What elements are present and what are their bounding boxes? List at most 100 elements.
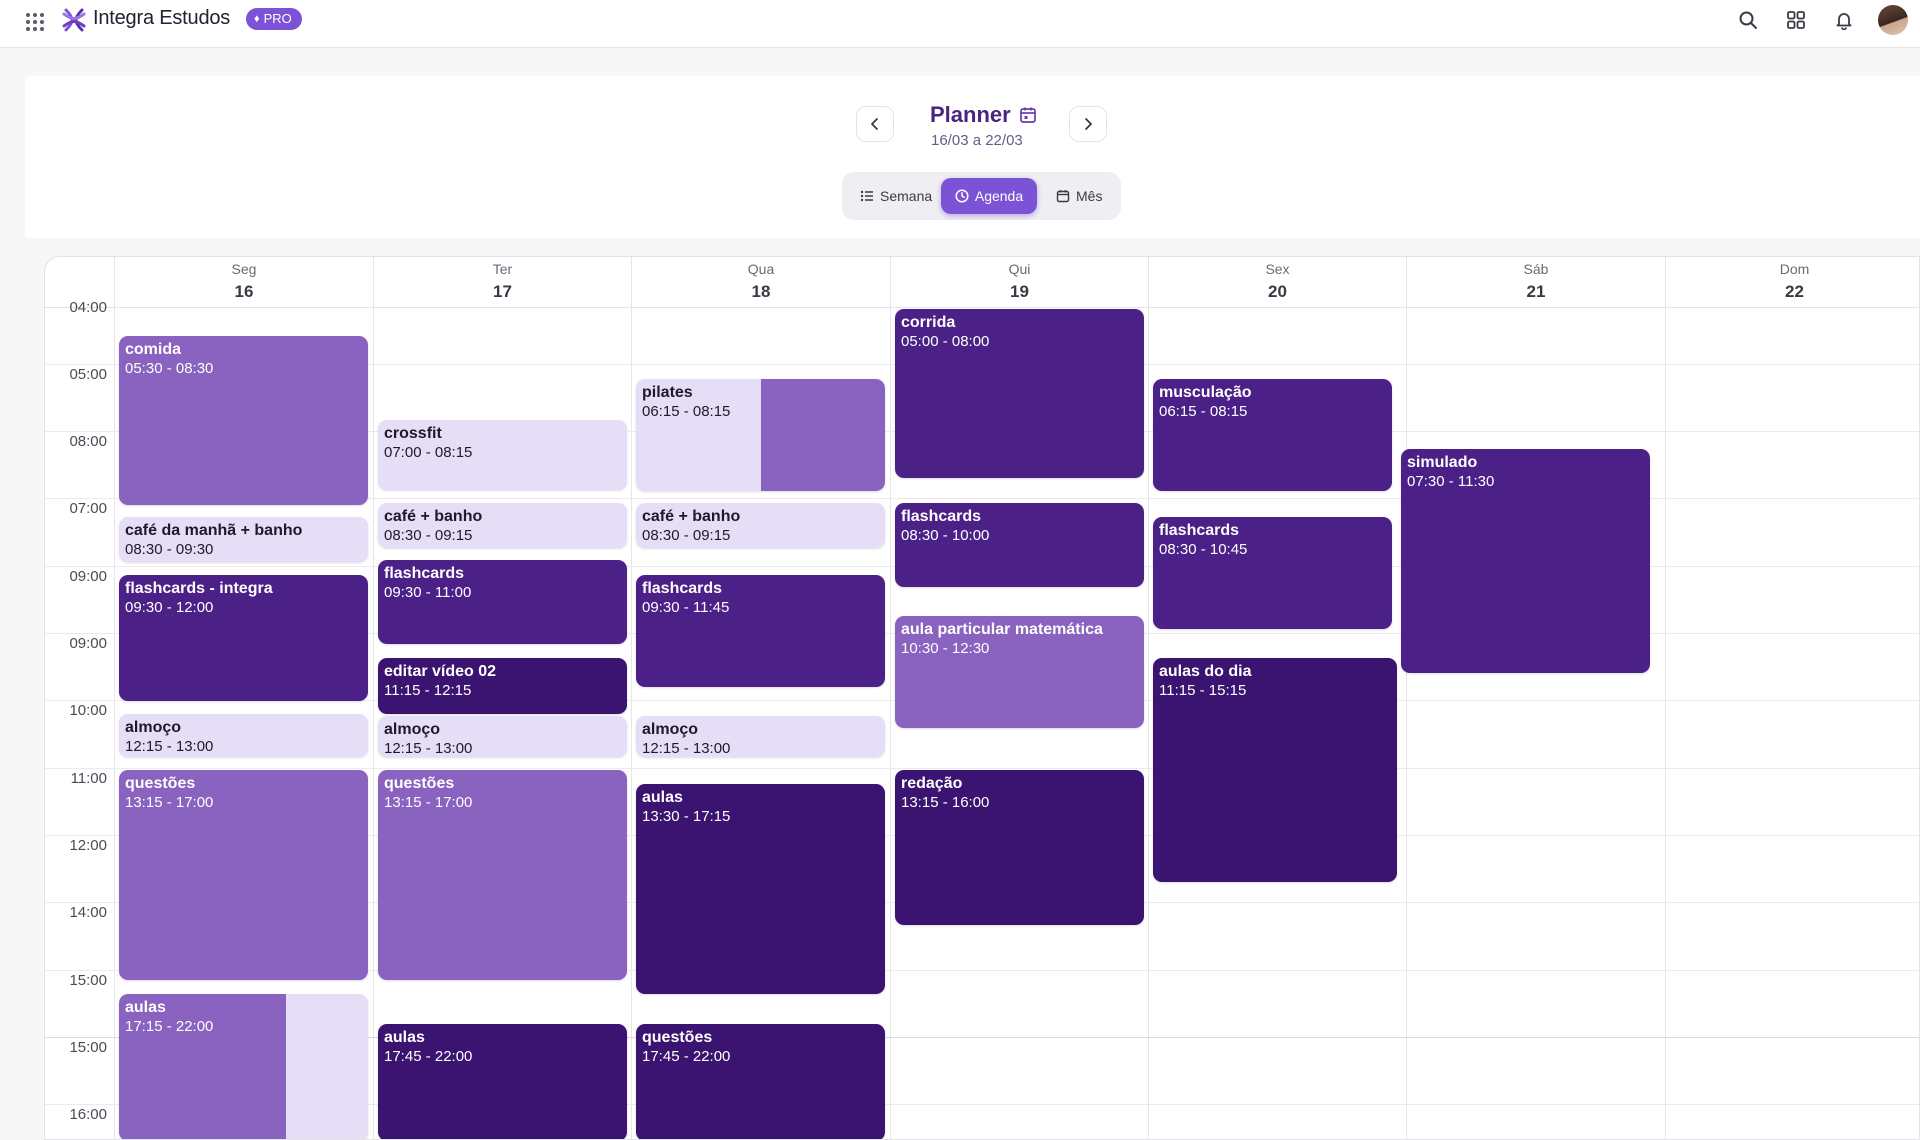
- day-header-qua[interactable]: Qua 18: [631, 257, 890, 307]
- day-number: 17: [493, 282, 512, 301]
- day-number: 20: [1268, 282, 1287, 301]
- search-icon[interactable]: [1734, 6, 1762, 34]
- list-icon: [860, 190, 873, 202]
- event-card[interactable]: café + banho 08:30 - 09:15: [636, 503, 885, 548]
- event-time: 17:45 - 22:00: [642, 1048, 731, 1065]
- widgets-icon[interactable]: [1782, 6, 1810, 34]
- event-card[interactable]: flashcards 08:30 - 10:45: [1153, 517, 1392, 629]
- event-title: flashcards: [642, 580, 723, 597]
- day-name: Qui: [1008, 261, 1031, 277]
- calendar-grid: Seg 16 Ter 17 Qua 18 Qui 19 Sex 20 Sáb 2…: [44, 256, 1920, 1140]
- pro-label: PRO: [263, 11, 292, 26]
- event-title: redação: [901, 775, 963, 792]
- event-title: aulas do dia: [1159, 663, 1252, 680]
- calendar-icon[interactable]: [1019, 106, 1037, 124]
- time-label: 14:00: [69, 904, 107, 921]
- event-card[interactable]: almoço 12:15 - 13:00: [378, 716, 627, 757]
- event-card[interactable]: almoço 12:15 - 13:00: [636, 716, 885, 757]
- event-card[interactable]: almoço 12:15 - 13:00: [119, 714, 368, 757]
- tab-mes[interactable]: Mês: [1046, 178, 1112, 214]
- time-label: 11:00: [70, 770, 107, 787]
- event-title: musculação: [1159, 384, 1252, 401]
- chevron-left-icon: [871, 118, 878, 130]
- event-title: crossfit: [384, 425, 442, 442]
- time-label: 15:00: [69, 1039, 107, 1056]
- day-header-qui[interactable]: Qui 19: [890, 257, 1148, 307]
- top-bar: Integra Estudos ♦ PRO: [0, 0, 1920, 48]
- event-time: 13:15 - 17:00: [125, 794, 214, 811]
- event-card[interactable]: simulado 07:30 - 11:30: [1401, 449, 1650, 673]
- event-card[interactable]: crossfit 07:00 - 08:15: [378, 420, 627, 490]
- day-number: 19: [1010, 282, 1029, 301]
- event-time: 07:30 - 11:30: [1407, 473, 1495, 490]
- calendar-icon: [1056, 190, 1070, 203]
- event-card[interactable]: comida 05:30 - 08:30: [119, 336, 368, 505]
- event-card[interactable]: flashcards 09:30 - 11:00: [378, 560, 627, 644]
- event-time: 10:30 - 12:30: [901, 640, 990, 657]
- event-card[interactable]: aulas do dia 11:15 - 15:15: [1153, 658, 1397, 882]
- event-time: 17:15 - 22:00: [125, 1018, 214, 1035]
- view-switcher: Semana Agenda Mês: [842, 172, 1121, 220]
- event-card[interactable]: aulas 17:15 - 22:00: [119, 994, 368, 1139]
- tab-semana[interactable]: Semana: [850, 178, 942, 214]
- time-label: 04:00: [69, 299, 107, 316]
- day-header-sab[interactable]: Sáb 21: [1406, 257, 1665, 307]
- event-card[interactable]: questões 13:15 - 17:00: [378, 770, 627, 980]
- event-title: café + banho: [642, 508, 741, 525]
- chevron-right-icon: [1085, 118, 1092, 130]
- event-card[interactable]: café + banho 08:30 - 09:15: [378, 503, 627, 548]
- tab-agenda-label: Agenda: [974, 188, 1024, 204]
- event-title: questões: [384, 775, 455, 792]
- event-time: 08:30 - 10:00: [901, 527, 990, 544]
- header-divider: [45, 307, 1919, 308]
- day-header-seg[interactable]: Seg 16: [114, 257, 373, 307]
- event-card[interactable]: aulas 13:30 - 17:15: [636, 784, 885, 994]
- event-title: aulas: [384, 1029, 425, 1046]
- next-week-button[interactable]: [1069, 106, 1107, 142]
- event-card[interactable]: flashcards 08:30 - 10:00: [895, 503, 1144, 587]
- hour-line: [45, 768, 1919, 769]
- time-label: 09:00: [69, 635, 107, 652]
- time-label: 05:00: [69, 366, 107, 383]
- event-time: 12:15 - 13:00: [642, 740, 731, 757]
- clock-icon: [955, 189, 969, 203]
- event-time: 17:45 - 22:00: [384, 1048, 473, 1065]
- day-header-dom[interactable]: Dom 22: [1665, 257, 1919, 307]
- previous-week-button[interactable]: [856, 106, 894, 142]
- event-title: café da manhã + banho: [125, 522, 303, 539]
- pro-badge[interactable]: ♦ PRO: [246, 8, 302, 30]
- event-card[interactable]: questões 17:45 - 22:00: [636, 1024, 885, 1139]
- event-card[interactable]: pilates 06:15 - 08:15: [636, 379, 885, 491]
- event-time: 09:30 - 11:00: [384, 584, 472, 601]
- apps-grid-icon[interactable]: [22, 9, 44, 31]
- day-header-sex[interactable]: Sex 20: [1148, 257, 1406, 307]
- tab-agenda[interactable]: Agenda: [941, 178, 1037, 214]
- event-card[interactable]: aulas 17:45 - 22:00: [378, 1024, 627, 1139]
- time-label: 10:00: [69, 702, 107, 719]
- event-title: aulas: [642, 789, 683, 806]
- planner-header: Planner 16/03 a 22/03 Semana Agenda Mês: [25, 76, 1920, 238]
- time-label: 16:00: [69, 1106, 107, 1123]
- event-time: 06:15 - 08:15: [1159, 403, 1248, 420]
- event-time: 05:00 - 08:00: [901, 333, 990, 350]
- day-header-ter[interactable]: Ter 17: [373, 257, 631, 307]
- event-card[interactable]: musculação 06:15 - 08:15: [1153, 379, 1392, 491]
- avatar[interactable]: [1878, 5, 1908, 35]
- event-card[interactable]: questões 13:15 - 17:00: [119, 770, 368, 980]
- event-card[interactable]: flashcards - integra 09:30 - 12:00: [119, 575, 368, 701]
- event-title: corrida: [901, 314, 956, 331]
- event-card[interactable]: redação 13:15 - 16:00: [895, 770, 1144, 925]
- event-card[interactable]: flashcards 09:30 - 11:45: [636, 575, 885, 687]
- event-time: 13:15 - 17:00: [384, 794, 473, 811]
- event-title: flashcards: [901, 508, 982, 525]
- day-name: Sex: [1265, 261, 1290, 277]
- event-card[interactable]: corrida 05:00 - 08:00: [895, 309, 1144, 478]
- event-card[interactable]: editar vídeo 02 11:15 - 12:15: [378, 658, 627, 714]
- time-label: 15:00: [69, 972, 107, 989]
- bell-icon[interactable]: [1830, 6, 1858, 34]
- event-time: 12:15 - 13:00: [384, 740, 473, 757]
- event-card[interactable]: aula particular matemática 10:30 - 12:30: [895, 616, 1144, 728]
- day-number: 21: [1526, 282, 1546, 301]
- day-number: 22: [1785, 282, 1804, 301]
- event-card[interactable]: café da manhã + banho 08:30 - 09:30: [119, 517, 368, 562]
